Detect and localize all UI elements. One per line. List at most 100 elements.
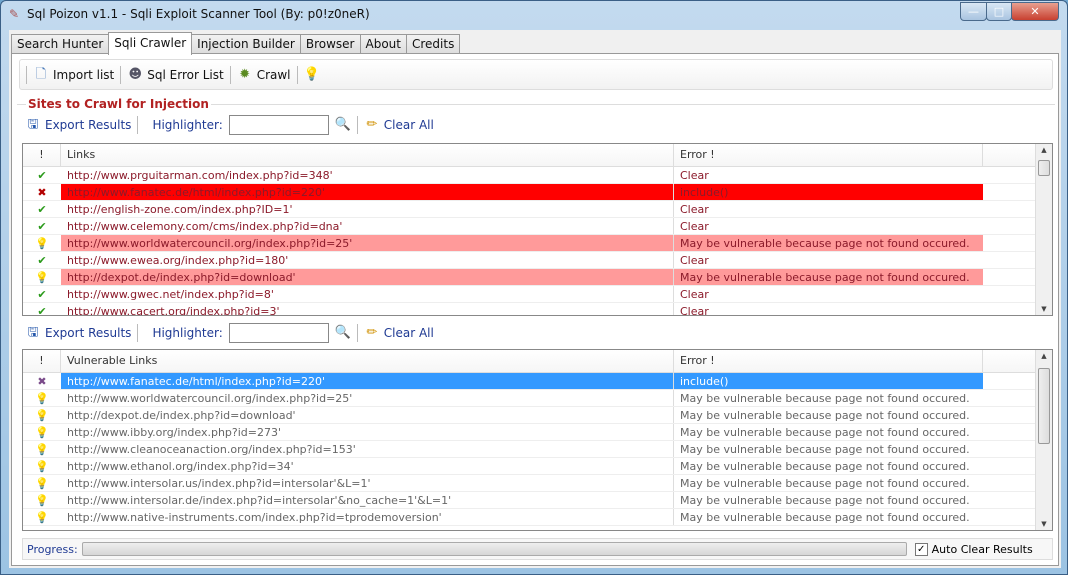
table-row[interactable]: ✔ http://www.celemony.com/cms/index.php?i… (23, 218, 1052, 235)
import-list-button[interactable]: 🗋 Import list (33, 66, 115, 83)
lightbulb-icon: 💡 (35, 511, 49, 524)
column-error[interactable]: Error ! (673, 144, 983, 166)
highlighter-input[interactable] (228, 323, 329, 343)
tab-bar: Search Hunter Sqli Crawler Injection Build… (11, 32, 461, 55)
highlighter-input[interactable] (228, 115, 329, 135)
tab-sqli-crawler[interactable]: Sqli Crawler (108, 32, 193, 55)
tab-injection-builder[interactable]: Injection Builder (191, 34, 301, 54)
sql-error-list-button[interactable]: ☻ Sql Error List (127, 67, 223, 83)
links-grid[interactable]: ! Links Error ! ✔ http://www.prguitarman.com… (22, 143, 1053, 316)
link-cell: http://www.fanatec.de/html/index.php?id=… (61, 373, 673, 389)
search-icon[interactable]: 🔍 (335, 117, 351, 133)
lightbulb-icon: 💡 (35, 237, 49, 250)
close-button[interactable]: ✕ (1011, 2, 1059, 21)
auto-clear-checkbox[interactable]: ✓ (914, 542, 928, 556)
column-links[interactable]: Vulnerable Links (61, 350, 673, 372)
error-cell: May be vulnerable because page not found… (673, 407, 983, 423)
lightbulb-icon: 💡 (35, 477, 49, 490)
tab-credits[interactable]: Credits (405, 34, 461, 54)
document-icon: 🗋 (35, 66, 47, 82)
highlighter-label: Highlighter: (152, 326, 223, 340)
column-error[interactable]: Error ! (673, 350, 983, 372)
link-cell: http://www.prguitarman.com/index.php?id=… (67, 169, 333, 182)
grid-header: ! Links Error ! (23, 144, 1052, 167)
error-cell: May be vulnerable because page not found… (673, 492, 983, 508)
scroll-thumb[interactable] (1038, 368, 1050, 444)
save-icon: 🖫 (27, 117, 39, 132)
lightbulb-icon: 💡 (35, 460, 49, 473)
vertical-scrollbar[interactable]: ▲ ▼ (1035, 144, 1052, 315)
table-row[interactable]: 💡 http://www.intersolar.de/index.php?id=i… (23, 492, 1052, 509)
window-title: Sql Poizon v1.1 - Sqli Exploit Scanner T… (27, 7, 370, 21)
check-icon: ✔ (37, 220, 47, 233)
clear-all-button[interactable]: ✏ Clear All (364, 117, 434, 133)
table-row[interactable]: ✔ http://www.prguitarman.com/index.php?id… (23, 167, 1052, 184)
error-cell: May be vulnerable because page not found… (673, 235, 983, 251)
export-results-label: Export Results (45, 326, 132, 340)
scroll-up-arrow[interactable]: ▲ (1036, 352, 1052, 360)
check-icon: ✔ (37, 254, 47, 267)
table-row[interactable]: 💡 http://www.native-instruments.com/index… (23, 509, 1052, 526)
table-row[interactable]: 💡 http://www.intersolar.us/index.php?id=i… (23, 475, 1052, 492)
scroll-down-arrow[interactable]: ▼ (1036, 520, 1052, 528)
vertical-scrollbar[interactable]: ▲ ▼ (1035, 350, 1052, 530)
progress-label: Progress: (27, 542, 78, 556)
scroll-thumb[interactable] (1038, 160, 1050, 176)
scroll-up-arrow[interactable]: ▲ (1036, 146, 1052, 154)
table-row[interactable]: 💡 http://www.cleanoceanaction.org/index.p… (23, 441, 1052, 458)
check-icon: ✔ (37, 288, 47, 301)
column-status[interactable]: ! (23, 144, 61, 166)
status-cell: 💡 (23, 492, 61, 508)
vulnerable-links-grid[interactable]: ! Vulnerable Links Error ! ✖ http://www.fana… (22, 349, 1053, 531)
maximize-button[interactable]: □ (986, 2, 1012, 21)
status-cell: 💡 (23, 475, 61, 491)
lightbulb-icon: 💡 (35, 271, 49, 284)
lightbulb-icon: 💡 (35, 443, 49, 456)
link-cell: http://www.cacert.org/index.php?id=3' (67, 305, 280, 316)
error-cell: May be vulnerable because page not found… (673, 390, 983, 406)
error-cell: May be vulnerable because page not found… (673, 509, 983, 525)
separator (137, 324, 139, 342)
tab-about[interactable]: About (359, 34, 407, 54)
search-icon[interactable]: 🔍 (335, 325, 351, 341)
status-cell: ✔ (23, 252, 61, 268)
status-cell: 💡 (23, 509, 61, 525)
status-cell: 💡 (23, 390, 61, 406)
table-row[interactable]: 💡 http://www.worldwatercouncil.org/index.… (23, 390, 1052, 407)
separator (137, 116, 139, 134)
table-row[interactable]: 💡 http://www.ibby.org/index.php?id=273' Ma… (23, 424, 1052, 441)
table-row[interactable]: 💡 http://www.ethanol.org/index.php?id=34'… (23, 458, 1052, 475)
table-row[interactable]: 💡 http://dexpot.de/index.php?id=download'… (23, 269, 1052, 286)
table-row[interactable]: ✔ http://english-zone.com/index.php?ID=1'… (23, 201, 1052, 218)
link-cell: http://www.fanatec.de/html/index.php?id=… (61, 184, 673, 200)
grid-header: ! Vulnerable Links Error ! (23, 350, 1052, 373)
link-cell: http://www.worldwatercouncil.org/index.p… (61, 235, 673, 251)
column-links[interactable]: Links (61, 144, 673, 166)
table-row[interactable]: ✔ http://www.gwec.net/index.php?id=8' Clea… (23, 286, 1052, 303)
crawl-label: Crawl (256, 67, 291, 82)
error-cell: include() (673, 184, 983, 200)
table-row[interactable]: ✖ http://www.fanatec.de/html/index.php?id… (23, 184, 1052, 201)
table-row[interactable]: ✔ http://www.ewea.org/index.php?id=180' Cl… (23, 252, 1052, 269)
check-icon: ✔ (37, 203, 47, 216)
status-cell: 💡 (23, 441, 61, 457)
error-cell: include() (673, 373, 983, 389)
export-results-button[interactable]: 🖫 Export Results (25, 117, 131, 133)
tab-browser[interactable]: Browser (299, 34, 361, 54)
tip-button[interactable]: 💡 (304, 67, 320, 83)
table-row[interactable]: 💡 http://www.worldwatercouncil.org/index.… (23, 235, 1052, 252)
tab-search-hunter[interactable]: Search Hunter (11, 34, 110, 54)
import-list-label: Import list (53, 67, 115, 82)
status-cell: 💡 (23, 458, 61, 474)
syringe-icon: ✎ (9, 7, 20, 21)
scroll-down-arrow[interactable]: ▼ (1036, 305, 1052, 313)
clear-all-button[interactable]: ✏ Clear All (364, 325, 434, 341)
table-row[interactable]: ✖ http://www.fanatec.de/html/index.php?id… (23, 373, 1052, 390)
table-row[interactable]: 💡 http://dexpot.de/index.php?id=download'… (23, 407, 1052, 424)
export-results-button[interactable]: 🖫 Export Results (25, 325, 131, 341)
table-row[interactable]: ✔ http://www.cacert.org/index.php?id=3' Cl… (23, 303, 1052, 316)
minimize-button[interactable]: — (960, 2, 987, 21)
column-status[interactable]: ! (23, 350, 61, 372)
link-cell: http://www.native-instruments.com/index.… (67, 511, 442, 524)
crawl-button[interactable]: ✹ Crawl (237, 67, 291, 83)
